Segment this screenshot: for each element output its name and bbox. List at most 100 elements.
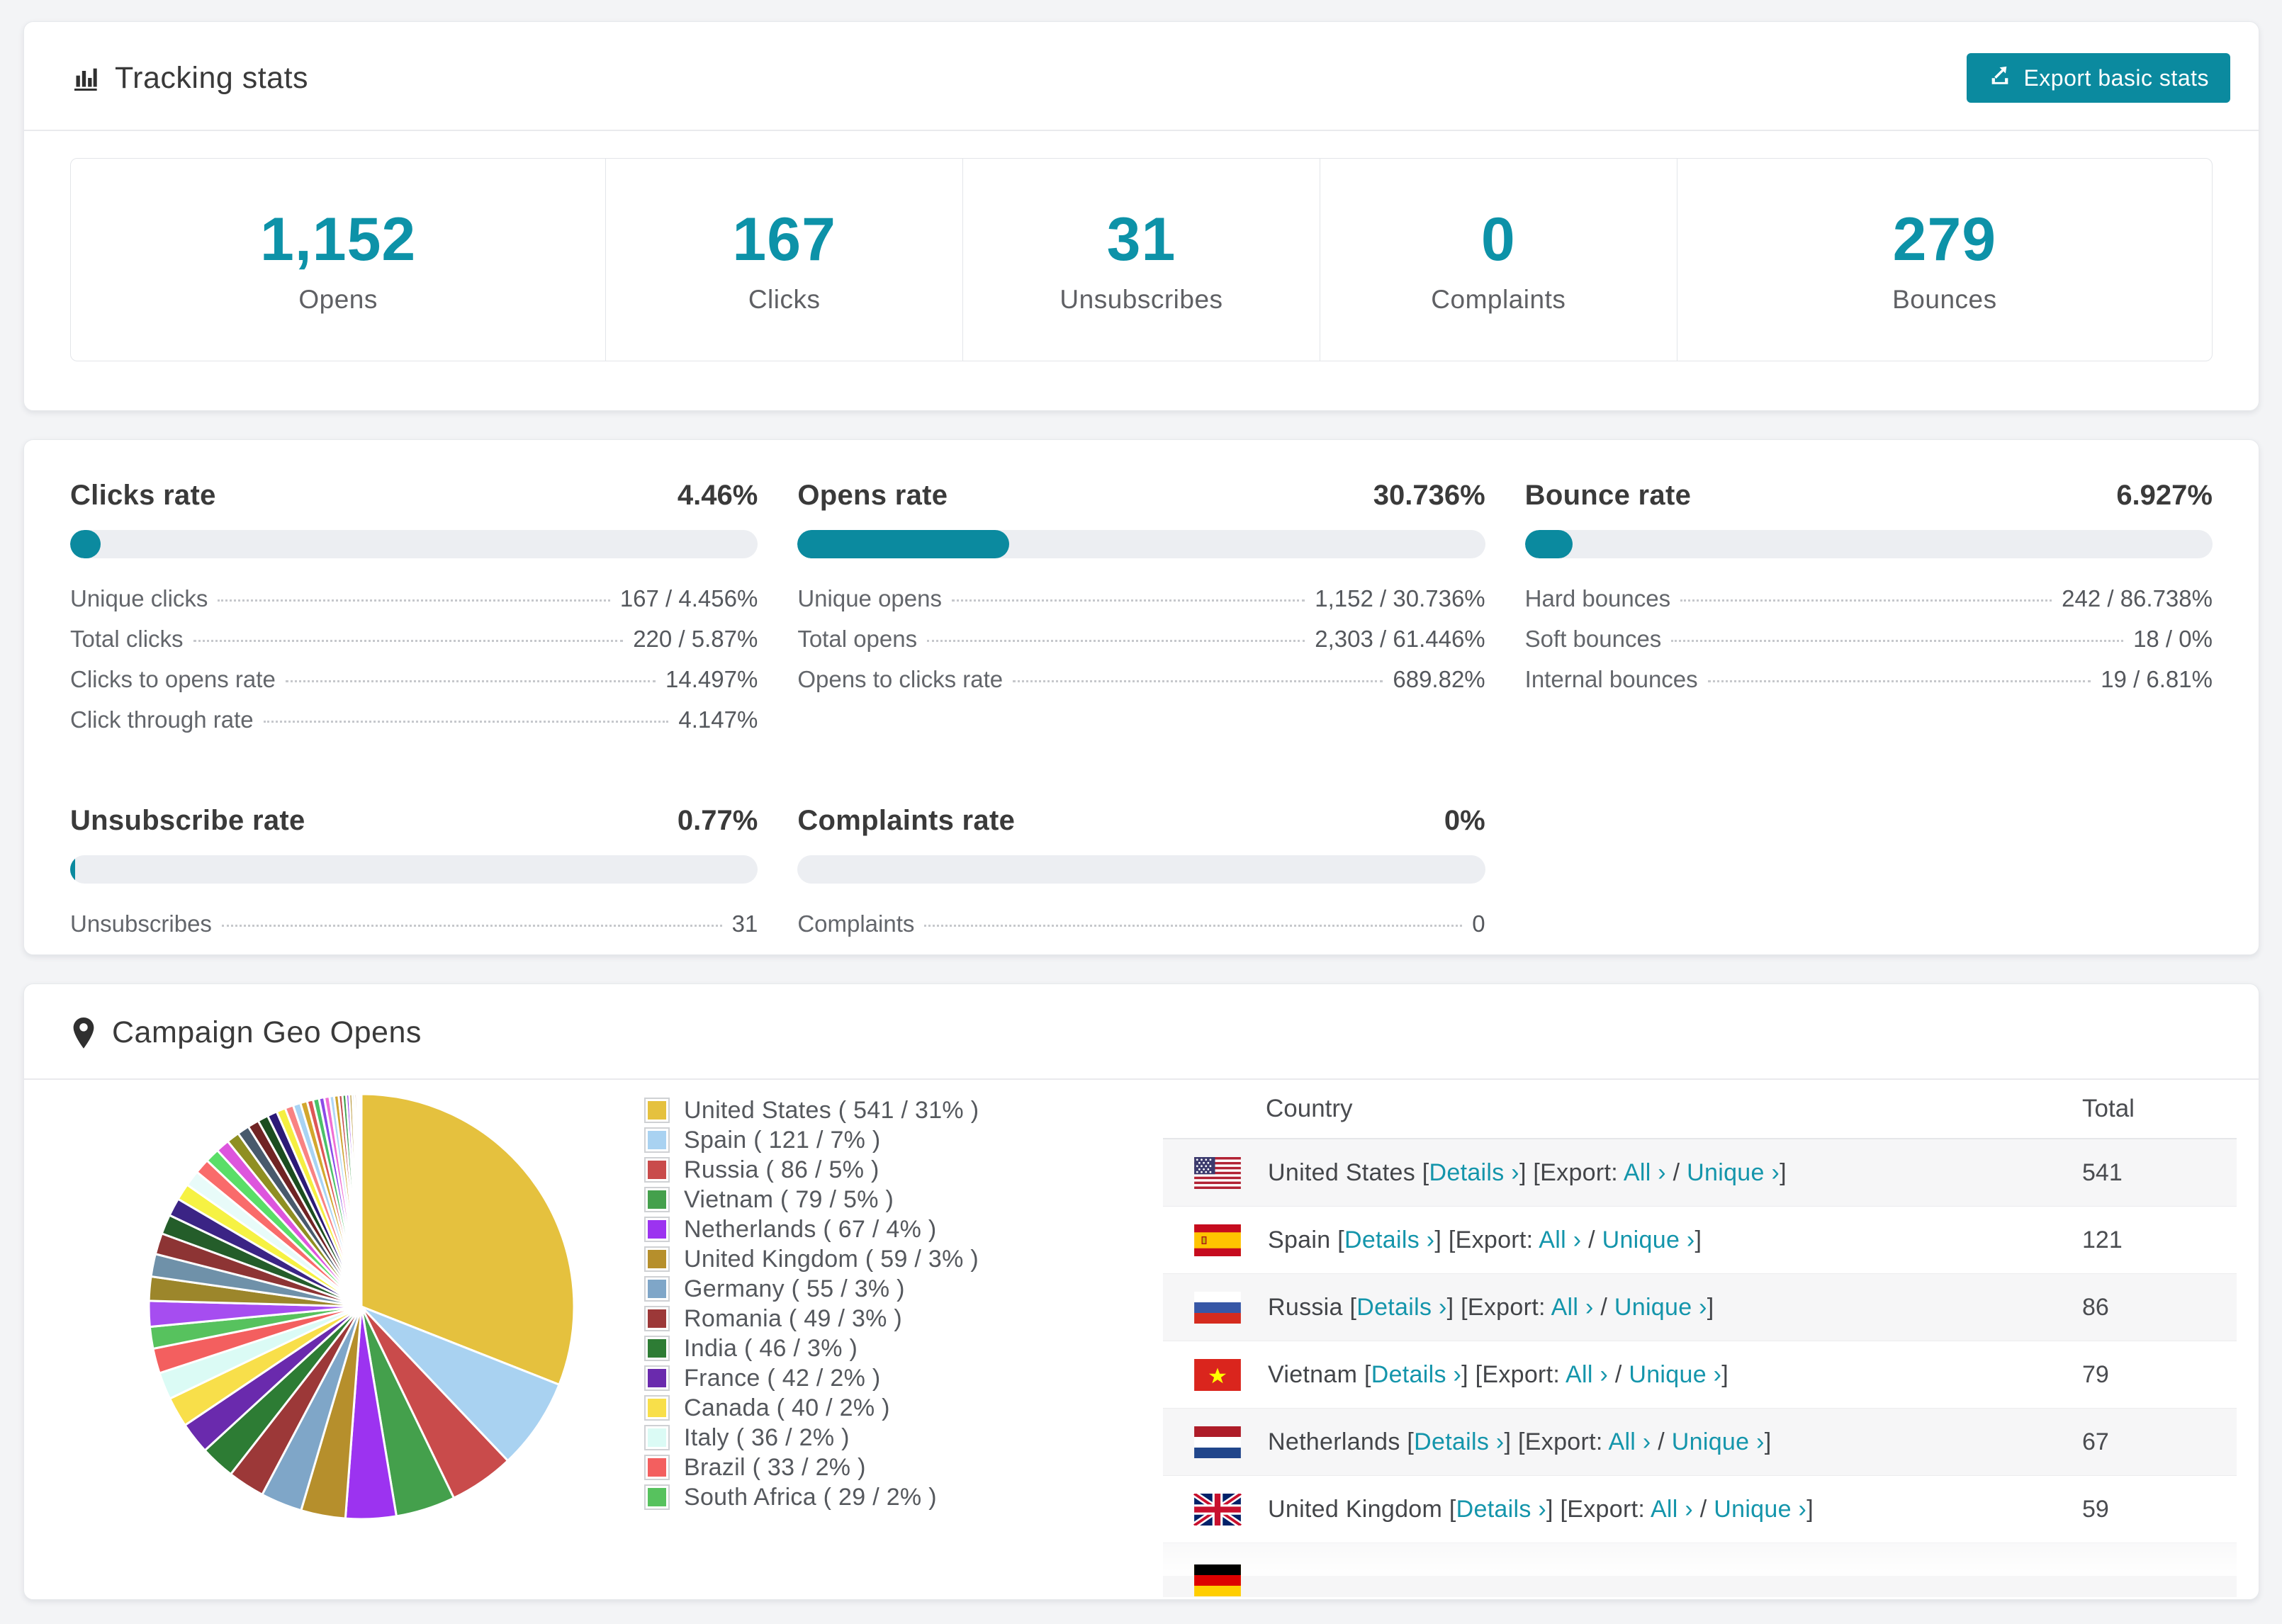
rate-value: 4.46% xyxy=(677,480,758,511)
rate-detail-label: Total clicks xyxy=(70,626,184,652)
country-flag-icon xyxy=(1193,1358,1242,1391)
country-total: 121 xyxy=(2082,1226,2123,1253)
rate-detail-label: Total opens xyxy=(797,626,918,652)
geo-table-header: Country Total xyxy=(1163,1080,2237,1139)
geo-title-wrap: Campaign Geo Opens xyxy=(71,1015,422,1050)
export-unique-link[interactable]: Unique › xyxy=(1614,1294,1707,1321)
legend-item: Romania ( 49 / 3% ) xyxy=(644,1304,979,1333)
summary-label: Opens xyxy=(298,285,378,314)
geo-title: Campaign Geo Opens xyxy=(112,1015,422,1049)
rate-detail-value: 689.82% xyxy=(1393,666,1485,692)
country-flag-icon xyxy=(1193,1156,1242,1189)
table-row: Vietnam [Details ›] [Export: All › / Uni… xyxy=(1163,1341,2237,1409)
export-unique-link[interactable]: Unique › xyxy=(1629,1361,1721,1388)
export-unique-link[interactable]: Unique › xyxy=(1602,1227,1695,1253)
rate-detail-value: 242 / 86.738% xyxy=(2062,585,2213,611)
rate-detail-label: Hard bounces xyxy=(1524,585,1671,611)
rate-progress-fill xyxy=(1524,530,1573,558)
legend-item: Germany ( 55 / 3% ) xyxy=(644,1274,979,1304)
summary-cell: 1,152 Opens xyxy=(71,159,607,361)
dotted-leader xyxy=(285,680,656,682)
rate-detail-label: Unique clicks xyxy=(70,585,208,611)
details-link[interactable]: Details › xyxy=(1356,1294,1446,1321)
legend-swatch xyxy=(644,1336,670,1361)
legend-item: Netherlands ( 67 / 4% ) xyxy=(644,1214,979,1244)
country-total: 79 xyxy=(2082,1360,2109,1388)
legend-item: Brazil ( 33 / 2% ) xyxy=(644,1453,979,1482)
rate-detail-row: Complaints 0 xyxy=(797,910,1485,951)
rate-detail-row: Soft bounces 18 / 0% xyxy=(1525,626,2213,666)
export-button-label: Export basic stats xyxy=(2023,64,2209,91)
rate-detail-row: Internal bounces 19 / 6.81% xyxy=(1525,666,2213,706)
summary-label: Clicks xyxy=(748,285,821,314)
rate-title: Bounce rate xyxy=(1524,480,1692,511)
dotted-leader xyxy=(193,640,624,642)
bar-chart-icon xyxy=(71,64,99,92)
legend-swatch xyxy=(644,1276,670,1302)
summary-row: 1,152 Opens 167 Clicks 31 Unsubscribes 0… xyxy=(70,158,2213,361)
legend-label: Italy ( 36 / 2% ) xyxy=(684,1423,850,1451)
rate-progress-fill xyxy=(70,530,101,558)
export-all-link[interactable]: All › xyxy=(1651,1496,1693,1523)
rate-detail-row: Hard bounces 242 / 86.738% xyxy=(1525,585,2213,626)
page-title: Tracking stats xyxy=(115,60,309,95)
legend-item: Italy ( 36 / 2% ) xyxy=(644,1423,979,1453)
export-all-link[interactable]: All › xyxy=(1624,1159,1666,1186)
country-name: Netherlands xyxy=(1268,1428,1400,1455)
tracking-stats-card: Tracking stats Export basic stats 1,152 … xyxy=(23,21,2259,411)
legend-label: United Kingdom ( 59 / 3% ) xyxy=(684,1245,979,1273)
rate-progress-track xyxy=(1524,530,2213,558)
summary-value: 279 xyxy=(1892,205,1997,274)
rate-detail-label: Clicks to opens rate xyxy=(70,666,276,692)
export-all-link[interactable]: All › xyxy=(1551,1294,1594,1321)
export-all-link[interactable]: All › xyxy=(1608,1428,1651,1455)
legend-label: Russia ( 86 / 5% ) xyxy=(684,1156,879,1183)
tracking-stats-title: Tracking stats xyxy=(71,61,308,96)
country-name: Vietnam xyxy=(1268,1360,1358,1388)
rate-value: 0% xyxy=(1444,805,1485,836)
summary-value: 167 xyxy=(732,205,836,274)
legend-item: Spain ( 121 / 7% ) xyxy=(644,1125,979,1155)
country-name: Spain xyxy=(1268,1226,1331,1253)
details-link[interactable]: Details › xyxy=(1429,1159,1519,1186)
export-basic-stats-button[interactable]: Export basic stats xyxy=(1967,53,2230,103)
rate-detail-row: Unsubscribes 31 xyxy=(70,910,758,951)
export-unique-link[interactable]: Unique › xyxy=(1687,1159,1780,1186)
details-link[interactable]: Details › xyxy=(1344,1227,1434,1253)
dotted-leader xyxy=(927,640,1305,642)
dotted-leader xyxy=(924,925,1463,927)
table-row xyxy=(1163,1543,2237,1597)
rates-card: Clicks rate 4.46% Unique clicks 167 / 4.… xyxy=(23,439,2259,955)
legend-item: United Kingdom ( 59 / 3% ) xyxy=(644,1244,979,1274)
details-link[interactable]: Details › xyxy=(1371,1361,1461,1388)
country-total: 59 xyxy=(2082,1495,2109,1523)
country-total: 67 xyxy=(2082,1428,2109,1455)
export-all-link[interactable]: All › xyxy=(1566,1361,1608,1388)
country-name: United States xyxy=(1268,1158,1416,1186)
summary-value: 31 xyxy=(1106,205,1176,274)
export-unique-link[interactable]: Unique › xyxy=(1714,1496,1806,1523)
rate-title: Opens rate xyxy=(797,480,948,511)
rate-detail-label: Internal bounces xyxy=(1524,666,1698,692)
summary-cell: 279 Bounces xyxy=(1677,159,2212,361)
rate-detail-label: Opens to clicks rate xyxy=(797,666,1004,692)
rate-detail-value: 0 xyxy=(1472,910,1485,937)
geo-legend: United States ( 541 / 31% ) Spain ( 121 … xyxy=(644,1095,979,1512)
dotted-leader xyxy=(1707,680,2091,682)
dotted-leader xyxy=(263,721,669,723)
details-link[interactable]: Details › xyxy=(1414,1428,1504,1455)
rate-detail-value: 31 xyxy=(731,910,758,937)
legend-label: Canada ( 40 / 2% ) xyxy=(684,1394,890,1421)
rate-detail-value: 167 / 4.456% xyxy=(619,585,758,611)
export-all-link[interactable]: All › xyxy=(1539,1227,1581,1253)
details-link[interactable]: Details › xyxy=(1456,1496,1546,1523)
legend-label: Germany ( 55 / 3% ) xyxy=(684,1275,905,1302)
rate-detail-row: Total opens 2,303 / 61.446% xyxy=(797,626,1485,666)
export-unique-link[interactable]: Unique › xyxy=(1672,1428,1765,1455)
column-header-country: Country xyxy=(1266,1095,1353,1122)
rate-block: Clicks rate 4.46% Unique clicks 167 / 4.… xyxy=(70,480,758,747)
geo-pie-chart xyxy=(145,1090,578,1523)
legend-swatch xyxy=(644,1365,670,1391)
country-flag-icon xyxy=(1193,1493,1242,1526)
dashboard-page: { "colors": { "accent": "#0b8a9f", "numb… xyxy=(0,0,2282,1624)
